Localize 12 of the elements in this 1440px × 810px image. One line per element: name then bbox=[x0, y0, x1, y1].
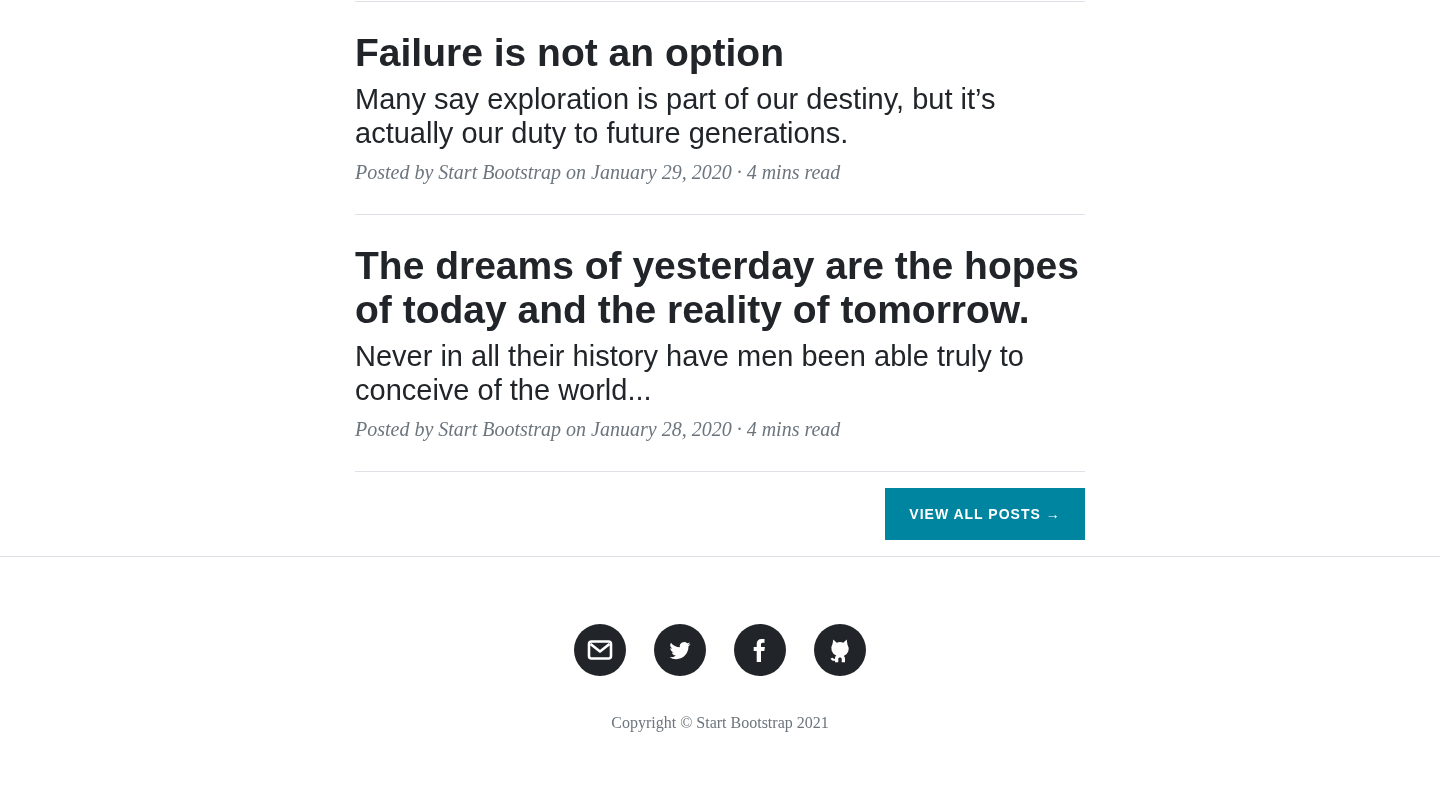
letter-f-icon[interactable] bbox=[734, 624, 786, 676]
post-meta: Posted by Start Bootstrap on January 28, 2020 · 4 mins read bbox=[355, 417, 842, 441]
post-subtitle: Never in all their history have men been able truly to conceive of the world... bbox=[355, 340, 1025, 407]
post-meta: Posted by Start Bootstrap on January 29, 2020 · 4 mins read bbox=[355, 160, 842, 184]
post-subtitle: Many say exploration is part of our destiny, but it’s actually our duty to future generations. bbox=[355, 83, 997, 150]
post-title[interactable]: Failure is not an option bbox=[355, 31, 1085, 75]
bird-icon[interactable] bbox=[654, 624, 706, 676]
post-title[interactable]: The dreams of yesterday are the hopes of today and the reality of tomorrow. bbox=[355, 244, 1085, 332]
cat-icon[interactable] bbox=[814, 624, 866, 676]
copyright-text: Copyright © Start Bootstrap 2021 bbox=[611, 714, 829, 732]
envelope-icon[interactable] bbox=[574, 624, 626, 676]
view-all-posts-button[interactable]: VIEW ALL POSTS → bbox=[885, 488, 1085, 540]
